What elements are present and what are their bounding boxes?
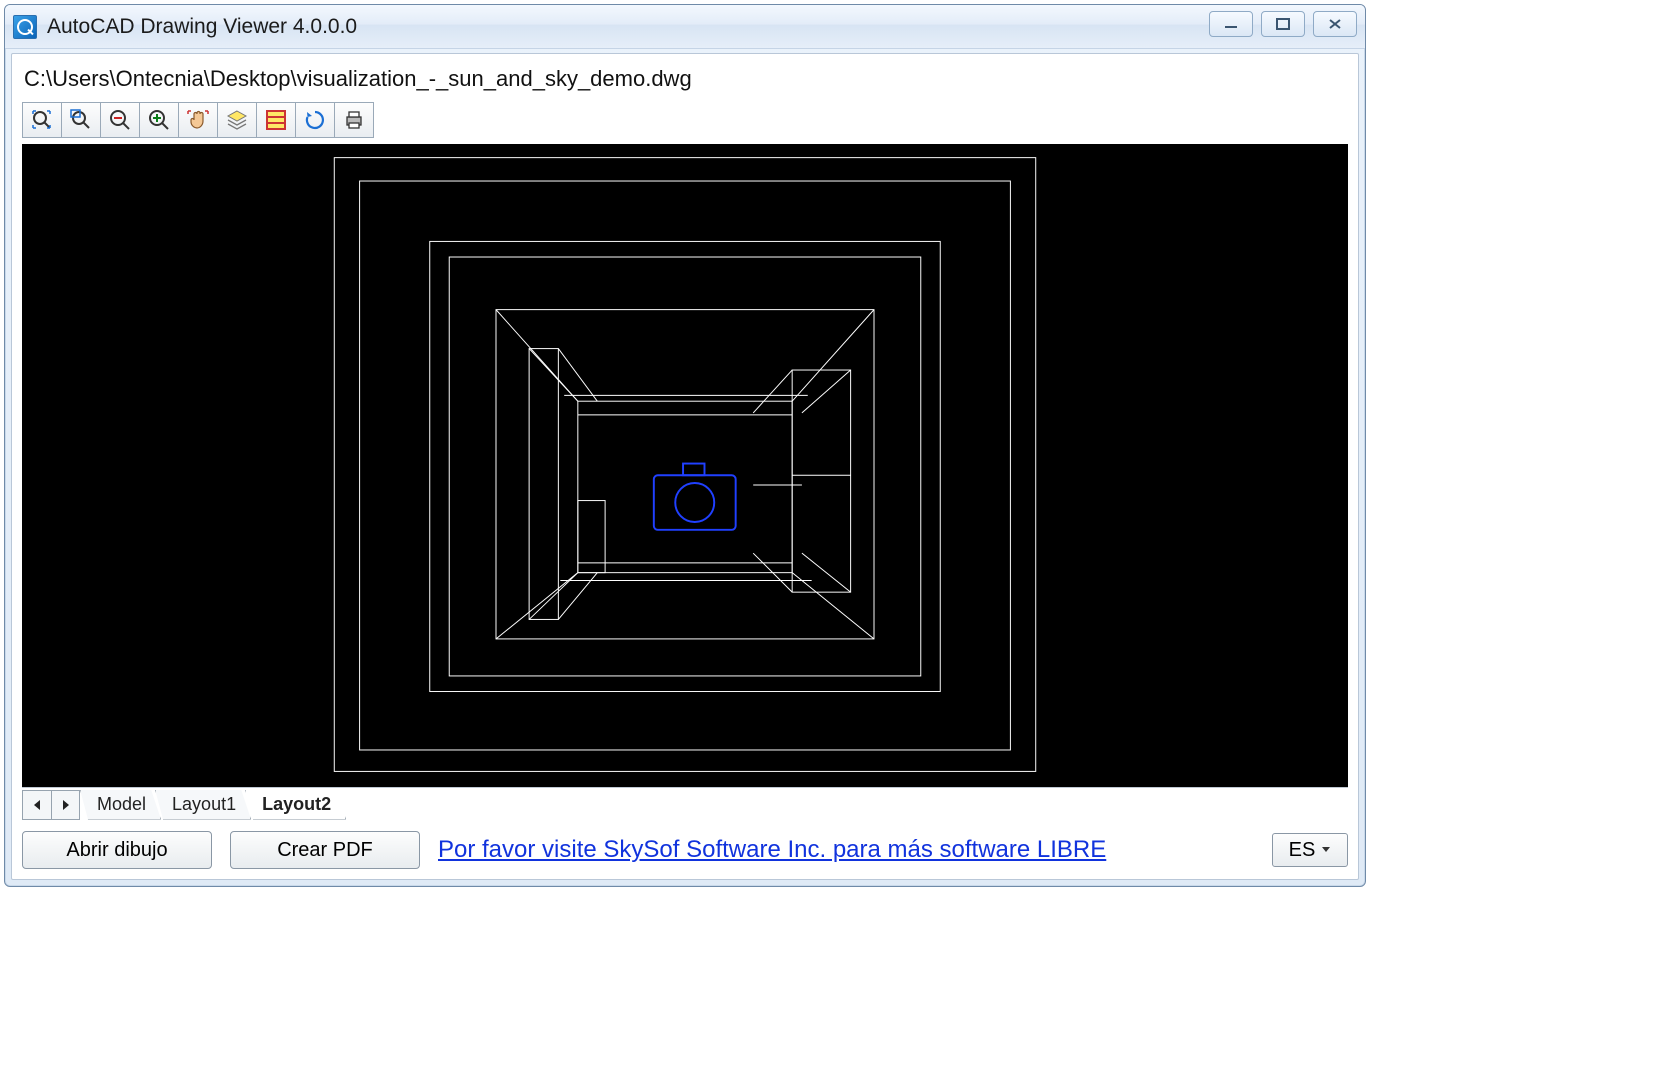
drawing-content [22, 144, 1348, 787]
triangle-left-icon [32, 799, 42, 811]
maximize-icon [1274, 17, 1292, 31]
properties-icon [264, 108, 288, 132]
tab-label: Layout2 [262, 794, 331, 815]
zoom-window-button[interactable] [61, 102, 101, 138]
tab-layout2[interactable]: Layout2 [245, 790, 346, 820]
button-label: Abrir dibujo [66, 839, 167, 862]
close-icon [1326, 17, 1344, 31]
tab-label: Layout1 [172, 794, 236, 815]
maximize-button[interactable] [1261, 11, 1305, 37]
zoom-extents-button[interactable] [22, 102, 62, 138]
skysof-link[interactable]: Por favor visite SkySof Software Inc. pa… [438, 836, 1106, 864]
app-icon [13, 15, 37, 39]
tab-label: Model [97, 794, 146, 815]
drawing-canvas[interactable] [22, 144, 1348, 787]
pan-icon [186, 108, 210, 132]
app-window: AutoCAD Drawing Viewer 4.0.0.0 C:\Users\… [4, 4, 1366, 887]
print-button[interactable] [334, 102, 374, 138]
language-value: ES [1289, 839, 1316, 862]
zoom-in-icon [147, 108, 171, 132]
tab-layout1[interactable]: Layout1 [155, 790, 251, 820]
minimize-button[interactable] [1209, 11, 1253, 37]
window-controls [1209, 11, 1357, 37]
properties-button[interactable] [256, 102, 296, 138]
print-icon [342, 108, 366, 132]
file-path-label: C:\Users\Ontecnia\Desktop\visualization_… [22, 62, 1348, 102]
triangle-right-icon [61, 799, 71, 811]
language-select[interactable]: ES [1272, 833, 1348, 867]
open-drawing-button[interactable]: Abrir dibujo [22, 831, 212, 869]
pan-button[interactable] [178, 102, 218, 138]
title-bar: AutoCAD Drawing Viewer 4.0.0.0 [5, 5, 1365, 49]
tab-model[interactable]: Model [80, 790, 161, 820]
zoom-window-icon [69, 108, 93, 132]
button-label: Crear PDF [277, 839, 373, 862]
zoom-out-button[interactable] [100, 102, 140, 138]
minimize-icon [1222, 17, 1240, 31]
chevron-down-icon [1321, 846, 1331, 854]
create-pdf-button[interactable]: Crear PDF [230, 831, 420, 869]
close-button[interactable] [1313, 11, 1357, 37]
bottom-bar: Abrir dibujo Crear PDF Por favor visite … [22, 821, 1348, 869]
layout-tabs: Model Layout1 Layout2 [22, 787, 1348, 821]
regen-icon [303, 108, 327, 132]
tab-scroll-group [22, 790, 80, 820]
client-area: C:\Users\Ontecnia\Desktop\visualization_… [11, 53, 1359, 880]
toolbar [22, 102, 1348, 138]
window-title: AutoCAD Drawing Viewer 4.0.0.0 [47, 15, 357, 39]
zoom-extents-icon [30, 108, 54, 132]
layers-icon [225, 108, 249, 132]
zoom-in-button[interactable] [139, 102, 179, 138]
tab-scroll-left-button[interactable] [23, 791, 51, 819]
zoom-out-icon [108, 108, 132, 132]
tab-scroll-right-button[interactable] [51, 791, 79, 819]
layers-button[interactable] [217, 102, 257, 138]
regen-button[interactable] [295, 102, 335, 138]
